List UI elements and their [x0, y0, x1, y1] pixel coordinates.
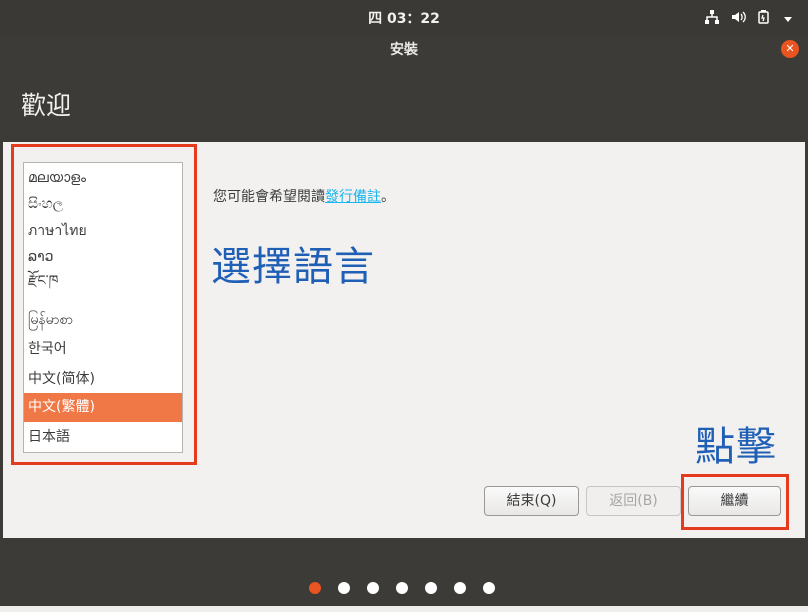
release-note-prefix: 您可能會希望閱讀 [213, 189, 325, 205]
annotation-select-language: 選擇語言 [211, 244, 375, 290]
release-notes-link[interactable]: 發行備註 [325, 189, 381, 205]
progress-dot [483, 582, 495, 594]
system-tray[interactable] [704, 10, 794, 28]
installer-window: 安裝 ✕ 歡迎 മലയാളം සිංහල ภาษาไทย ລາວ རྫོང་ཁ … [3, 36, 805, 606]
progress-dot [454, 582, 466, 594]
language-list-highlight [11, 144, 197, 465]
release-note-suffix: 。 [381, 189, 395, 205]
annotation-click: 點擊 [695, 424, 777, 470]
release-note: 您可能會希望閱讀發行備註。 [213, 186, 395, 206]
header-area: 歡迎 [3, 64, 805, 142]
progress-dot [396, 582, 408, 594]
menu-arrow-icon[interactable] [782, 10, 794, 29]
progress-dot [367, 582, 379, 594]
network-icon[interactable] [704, 9, 720, 29]
back-button[interactable]: 返回(B) [586, 486, 681, 516]
progress-dot-active [309, 582, 321, 594]
continue-button-highlight [681, 474, 789, 530]
power-icon[interactable] [756, 9, 772, 29]
footer [3, 538, 805, 606]
clock[interactable]: 四 03：22 [0, 0, 808, 36]
system-top-bar: 四 03：22 [0, 0, 808, 36]
progress-dot [425, 582, 437, 594]
window-title: 安裝 [390, 42, 418, 58]
close-icon[interactable]: ✕ [781, 40, 799, 58]
page-title: 歡迎 [21, 91, 72, 120]
quit-button[interactable]: 結束(Q) [484, 486, 579, 516]
progress-dots [309, 582, 495, 594]
volume-icon[interactable] [730, 9, 746, 29]
bottom-edge [0, 606, 808, 612]
content-area: മലയാളം සිංහල ภาษาไทย ລາວ རྫོང་ཁ မြန်မာစာ… [3, 142, 805, 538]
progress-dot [338, 582, 350, 594]
